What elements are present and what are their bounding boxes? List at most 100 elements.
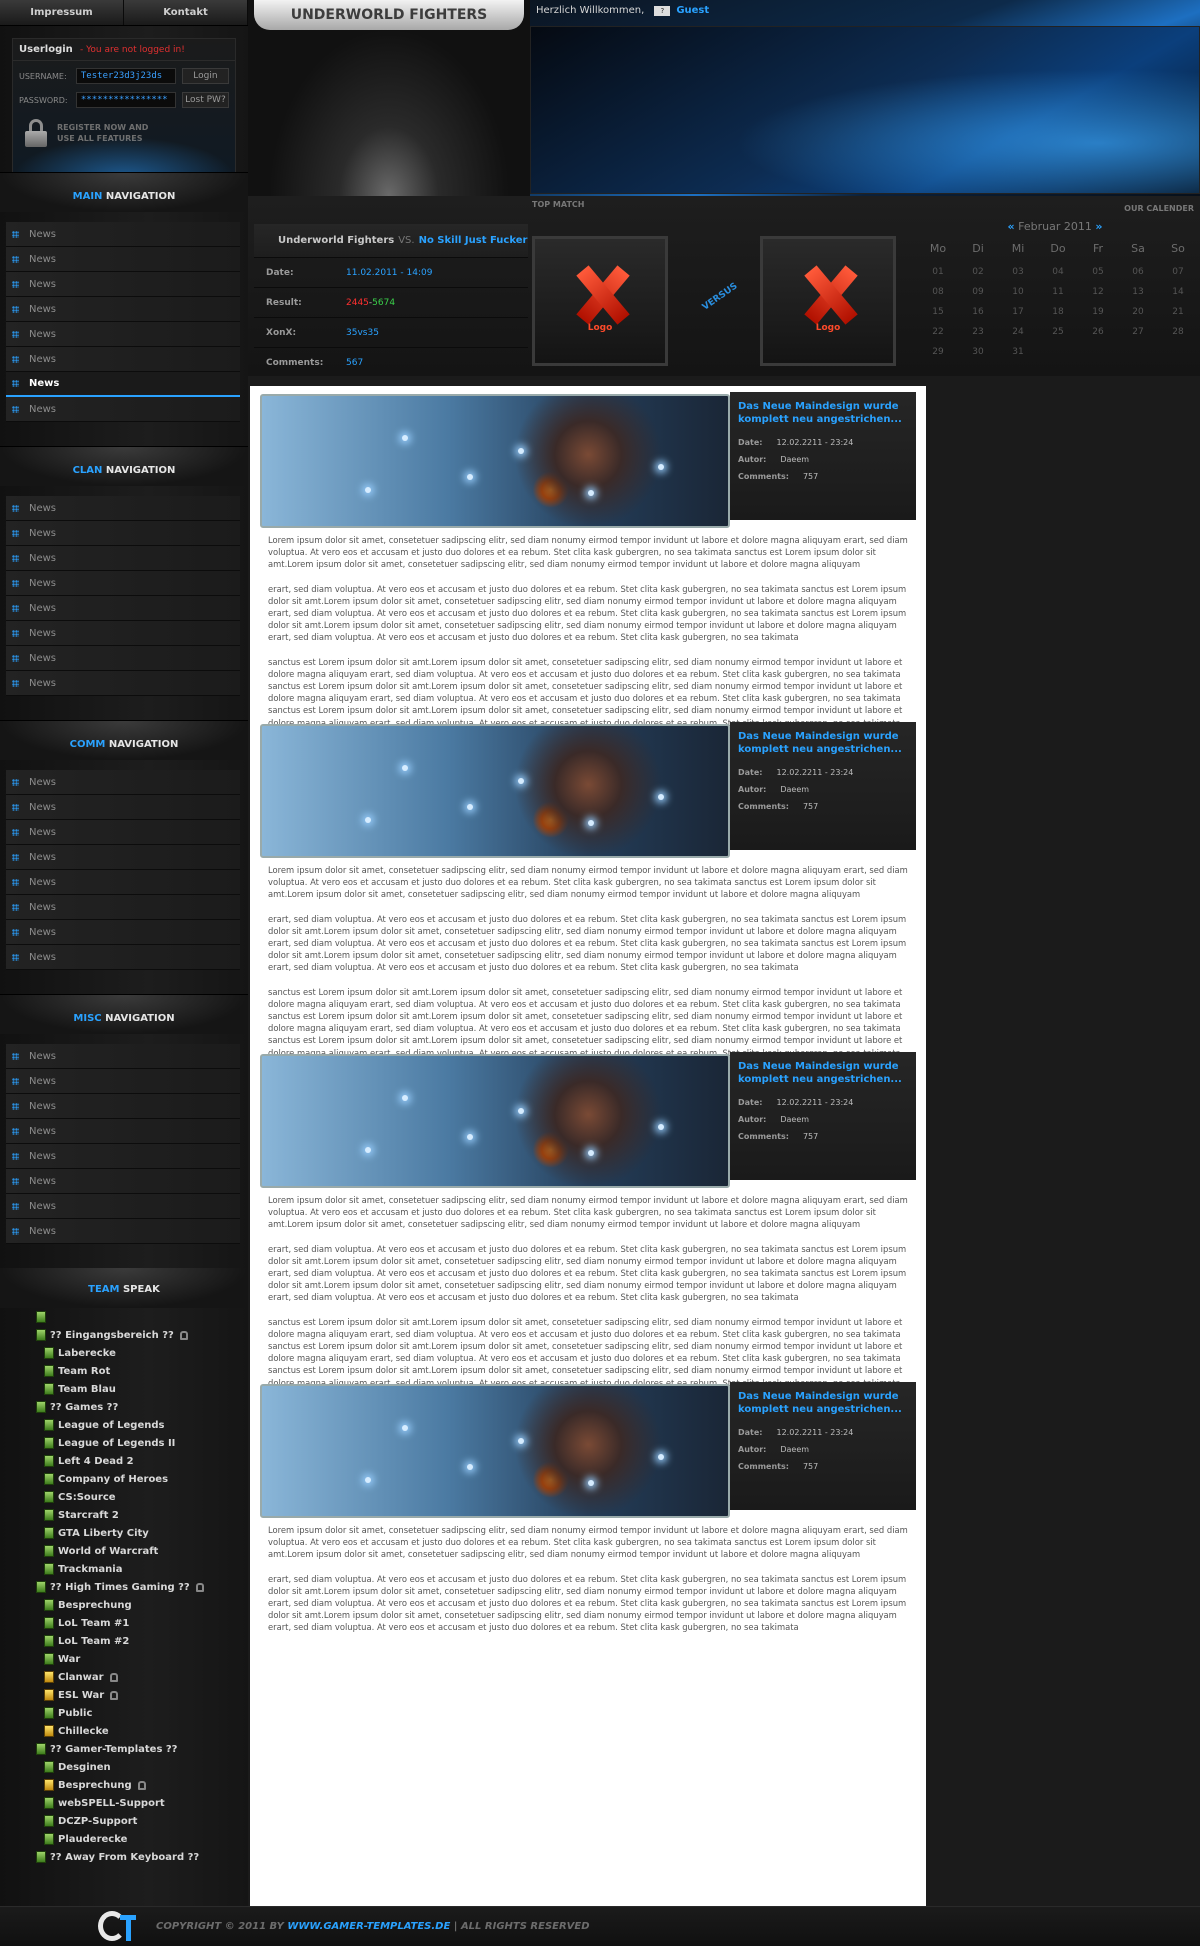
calendar-day[interactable]: 01 xyxy=(918,262,958,282)
calendar-day[interactable]: 06 xyxy=(1118,262,1158,282)
teamspeak-channel[interactable]: Company of Heroes xyxy=(44,1470,248,1488)
team-2-logo[interactable]: Logo xyxy=(760,236,896,366)
clan-nav-item[interactable]: News xyxy=(6,571,240,596)
teamspeak-channel[interactable]: Starcraft 2 xyxy=(44,1506,248,1524)
misc-nav-item[interactable]: News xyxy=(6,1044,240,1069)
main-nav-item[interactable]: News xyxy=(6,222,240,247)
news-comments[interactable]: 757 xyxy=(803,802,818,811)
clan-nav-item[interactable]: News xyxy=(6,521,240,546)
clan-nav-item[interactable]: News xyxy=(6,546,240,571)
teamspeak-channel[interactable]: DCZP-Support xyxy=(44,1812,248,1830)
calendar-day[interactable]: 08 xyxy=(918,282,958,302)
news-image[interactable] xyxy=(260,1384,730,1518)
comm-nav-item[interactable]: News xyxy=(6,845,240,870)
teamspeak-channel[interactable]: League of Legends II xyxy=(44,1434,248,1452)
calendar-day[interactable]: 28 xyxy=(1158,322,1198,342)
news-author[interactable]: Daeem xyxy=(780,1445,809,1454)
calendar-day[interactable]: 19 xyxy=(1078,302,1118,322)
teamspeak-channel[interactable]: Trackmania xyxy=(44,1560,248,1578)
nav-link-kontakt[interactable]: Kontakt xyxy=(124,0,248,25)
misc-nav-item[interactable]: News xyxy=(6,1094,240,1119)
calendar-day[interactable]: 22 xyxy=(918,322,958,342)
news-title[interactable]: Das Neue Maindesign wurde komplett neu a… xyxy=(738,730,908,760)
password-field[interactable] xyxy=(75,92,176,108)
guest-link[interactable]: Guest xyxy=(676,5,709,16)
main-nav-item[interactable]: News xyxy=(6,397,240,422)
teamspeak-channel[interactable]: Desginen xyxy=(44,1758,248,1776)
calendar-day[interactable]: 07 xyxy=(1158,262,1198,282)
news-comments[interactable]: 757 xyxy=(803,1462,818,1471)
teamspeak-channel[interactable]: Clanwar xyxy=(44,1668,248,1686)
team-2-name[interactable]: No Skill Just Fucker xyxy=(419,235,528,246)
teamspeak-channel[interactable]: ?? Gamer-Templates ?? xyxy=(36,1740,248,1758)
teamspeak-channel[interactable]: CS:Source xyxy=(44,1488,248,1506)
main-nav-item[interactable]: News xyxy=(6,247,240,272)
clan-nav-item[interactable]: News xyxy=(6,646,240,671)
calendar-day[interactable]: 31 xyxy=(998,342,1038,362)
calendar-day[interactable]: 29 xyxy=(918,342,958,362)
calendar-day[interactable]: 09 xyxy=(958,282,998,302)
clan-nav-item[interactable]: News xyxy=(6,596,240,621)
teamspeak-channel[interactable]: webSPELL-Support xyxy=(44,1794,248,1812)
news-title[interactable]: Das Neue Maindesign wurde komplett neu a… xyxy=(738,400,908,430)
calendar-day[interactable]: 14 xyxy=(1158,282,1198,302)
news-author[interactable]: Daeem xyxy=(780,785,809,794)
teamspeak-channel[interactable]: ESL War xyxy=(44,1686,248,1704)
teamspeak-channel[interactable]: Public xyxy=(44,1704,248,1722)
calendar-day[interactable]: 02 xyxy=(958,262,998,282)
clan-nav-item[interactable]: News xyxy=(6,496,240,521)
news-author[interactable]: Daeem xyxy=(780,1115,809,1124)
username-field[interactable] xyxy=(75,68,176,84)
calendar-day[interactable]: 05 xyxy=(1078,262,1118,282)
news-image[interactable] xyxy=(260,724,730,858)
calendar-day[interactable]: 24 xyxy=(998,322,1038,342)
calendar-day[interactable]: 12 xyxy=(1078,282,1118,302)
calendar-prev-button[interactable]: « xyxy=(1008,220,1015,233)
calendar-day[interactable]: 18 xyxy=(1038,302,1078,322)
comm-nav-item[interactable]: News xyxy=(6,795,240,820)
comm-nav-item[interactable]: News xyxy=(6,920,240,945)
misc-nav-item[interactable]: News xyxy=(6,1219,240,1244)
calendar-day[interactable]: 21 xyxy=(1158,302,1198,322)
main-nav-item[interactable]: News xyxy=(6,322,240,347)
calendar-day[interactable]: 11 xyxy=(1038,282,1078,302)
copyright-site-link[interactable]: WWW.GAMER-TEMPLATES.DE xyxy=(287,1921,450,1932)
news-title[interactable]: Das Neue Maindesign wurde komplett neu a… xyxy=(738,1060,908,1090)
teamspeak-channel[interactable]: GTA Liberty City xyxy=(44,1524,248,1542)
teamspeak-channel[interactable]: LoL Team #1 xyxy=(44,1614,248,1632)
misc-nav-item[interactable]: News xyxy=(6,1194,240,1219)
nav-link-impressum[interactable]: Impressum xyxy=(0,0,124,25)
main-nav-item[interactable]: News xyxy=(6,347,240,372)
misc-nav-item[interactable]: News xyxy=(6,1169,240,1194)
calendar-day[interactable]: 27 xyxy=(1118,322,1158,342)
teamspeak-channel[interactable]: World of Warcraft xyxy=(44,1542,248,1560)
calendar-day[interactable]: 30 xyxy=(958,342,998,362)
teamspeak-channel[interactable]: ?? Games ?? xyxy=(36,1398,248,1416)
teamspeak-channel[interactable]: League of Legends xyxy=(44,1416,248,1434)
calendar-day[interactable]: 10 xyxy=(998,282,1038,302)
calendar-day[interactable]: 13 xyxy=(1118,282,1158,302)
login-button[interactable]: Login xyxy=(181,68,229,84)
comm-nav-item[interactable]: News xyxy=(6,870,240,895)
teamspeak-channel[interactable]: Besprechung xyxy=(44,1776,248,1794)
calendar-day[interactable]: 17 xyxy=(998,302,1038,322)
calendar-day[interactable]: 15 xyxy=(918,302,958,322)
misc-nav-item[interactable]: News xyxy=(6,1069,240,1094)
clan-nav-item[interactable]: News xyxy=(6,621,240,646)
teamspeak-channel[interactable]: Besprechung xyxy=(44,1596,248,1614)
comm-nav-item[interactable]: News xyxy=(6,820,240,845)
news-comments[interactable]: 757 xyxy=(803,472,818,481)
calendar-day[interactable]: 03 xyxy=(998,262,1038,282)
calendar-day[interactable]: 20 xyxy=(1118,302,1158,322)
misc-nav-item[interactable]: News xyxy=(6,1144,240,1169)
calendar-day[interactable]: 23 xyxy=(958,322,998,342)
news-author[interactable]: Daeem xyxy=(780,455,809,464)
comm-nav-item[interactable]: News xyxy=(6,895,240,920)
comm-nav-item[interactable]: News xyxy=(6,770,240,795)
teamspeak-channel[interactable]: Chillecke xyxy=(44,1722,248,1740)
team-1-logo[interactable]: Logo xyxy=(532,236,668,366)
calendar-day[interactable]: 25 xyxy=(1038,322,1078,342)
main-nav-item[interactable]: News xyxy=(6,372,240,397)
news-title[interactable]: Das Neue Maindesign wurde komplett neu a… xyxy=(738,1390,908,1420)
teamspeak-channel[interactable]: Left 4 Dead 2 xyxy=(44,1452,248,1470)
